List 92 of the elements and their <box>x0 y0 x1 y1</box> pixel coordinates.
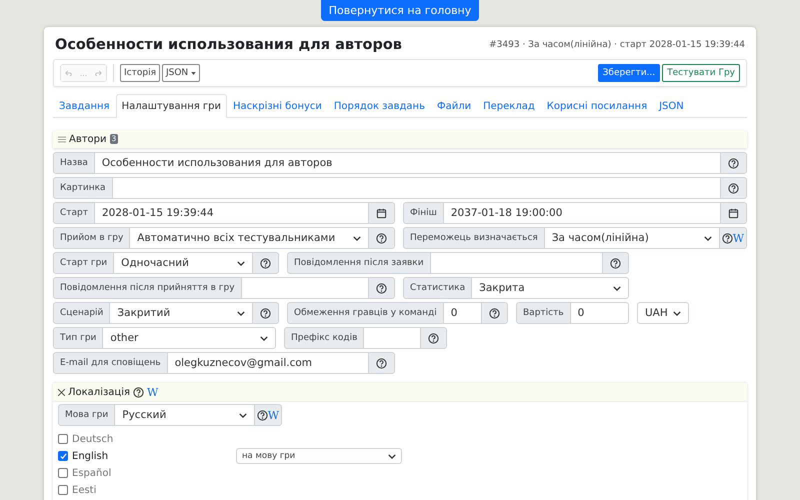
panel-title: Автори <box>69 134 107 144</box>
help-icon[interactable] <box>722 232 733 244</box>
chevron-icon <box>704 236 712 240</box>
language-label: English <box>72 450 110 462</box>
help-icon[interactable] <box>489 308 500 318</box>
chevron-icon <box>353 236 361 240</box>
tab[interactable]: Порядок завдань <box>328 94 431 118</box>
checkbox[interactable] <box>58 451 68 461</box>
field-label: Повідомлення після заявки <box>287 252 431 274</box>
checkbox[interactable] <box>58 468 68 478</box>
field-label: Картинка <box>53 177 113 199</box>
chevron-icon <box>237 260 245 266</box>
chevron-icon <box>238 412 247 418</box>
field-label: Переможець визначається <box>403 227 545 249</box>
save-button[interactable]: Зберегти... <box>598 64 660 82</box>
help-icon[interactable] <box>728 158 739 168</box>
input-field[interactable] <box>112 177 721 199</box>
tab[interactable]: Налаштування гри <box>116 94 228 118</box>
test-game-button[interactable]: Тестувати Гру <box>662 64 740 82</box>
chevron-icon <box>260 336 268 340</box>
help-icon[interactable] <box>376 232 387 244</box>
help-icon[interactable] <box>260 308 271 318</box>
select-field[interactable]: Закритий <box>110 302 253 324</box>
input-field[interactable] <box>430 252 603 274</box>
language-label: Deutsch <box>72 434 114 444</box>
input-field[interactable]: Особенности использования для авторов <box>94 152 721 174</box>
wiki-link[interactable]: W <box>147 386 158 398</box>
chevron-icon <box>673 310 681 316</box>
help-icon[interactable] <box>728 182 739 194</box>
chevron-icon <box>388 454 396 458</box>
select-field[interactable]: Одночасний <box>114 252 253 274</box>
help-icon[interactable] <box>376 282 387 294</box>
home-button[interactable]: Повернутися на головну <box>320 0 480 21</box>
redo-icon <box>95 70 102 76</box>
select-field[interactable]: Русский <box>115 404 255 426</box>
select-field[interactable]: UAH <box>637 302 689 324</box>
language-label: Eesti <box>72 484 98 496</box>
input-field[interactable]: 0 <box>444 302 482 324</box>
help-icon[interactable] <box>133 386 144 398</box>
input-field[interactable]: 0 <box>570 302 629 324</box>
undo-icon <box>65 70 72 76</box>
menu-icon <box>58 136 66 142</box>
language-label: Español <box>72 468 112 478</box>
select-field[interactable]: Закрита <box>472 277 629 299</box>
select-field[interactable]: Автоматично всіх тестувальниками <box>130 227 369 249</box>
field-label: Прийом в гру <box>53 227 130 249</box>
field-label: Сценарій <box>53 302 110 324</box>
history-button[interactable]: Історія <box>120 64 160 82</box>
page-title: Особенности использования для авторов <box>55 37 402 53</box>
field-label: Фініш <box>403 202 444 224</box>
input-field[interactable] <box>364 327 421 349</box>
date-field[interactable]: 2037-01-18 19:00:00 <box>444 202 721 224</box>
calendar-icon[interactable] <box>376 208 387 218</box>
field-label: Префікс кодів <box>284 327 364 349</box>
field-label: Мова гри <box>58 404 116 426</box>
panel-title: Локалізація <box>68 386 130 398</box>
tab[interactable]: Завдання <box>53 94 116 118</box>
help-icon[interactable] <box>260 258 271 268</box>
tab[interactable]: Переклад <box>477 94 541 118</box>
field-label: Повідомлення після прийняття в гру <box>53 277 242 299</box>
field-label: Вартість <box>516 302 571 324</box>
checkbox[interactable] <box>58 434 68 444</box>
help-icon[interactable] <box>256 410 268 420</box>
tab[interactable]: Файли <box>430 94 478 118</box>
help-icon[interactable] <box>428 332 439 344</box>
select-field[interactable]: на мову гри <box>236 448 402 464</box>
field-label: Статистика <box>403 277 472 299</box>
field-label: Тип гри <box>53 327 104 349</box>
input-field[interactable] <box>242 277 369 299</box>
help-icon[interactable] <box>376 358 387 368</box>
field-label: Назва <box>53 152 95 174</box>
game-meta: #3493 · За часом(лінійна) · старт 2028-01-15 19:39:44 <box>489 40 745 50</box>
json-dropdown[interactable]: JSON <box>162 64 200 82</box>
field-label: Обмеження гравців у команді <box>287 302 444 324</box>
select-field[interactable]: За часом(лінійна) <box>544 227 720 249</box>
select-field[interactable]: other <box>103 327 276 349</box>
localization-panel-header[interactable]: Локалізація W <box>53 383 747 402</box>
input-field[interactable]: olegkuznecov@gmail.com <box>168 352 369 374</box>
field-label: E-mail для сповіщень <box>53 352 168 374</box>
date-field[interactable]: 2028-01-15 19:39:44 <box>95 202 369 224</box>
checkbox[interactable] <box>58 485 68 495</box>
calendar-icon[interactable] <box>728 208 739 218</box>
field-label: Старт гри <box>53 252 114 274</box>
chevron-icon <box>237 310 245 316</box>
caret-icon <box>191 72 196 74</box>
tab[interactable]: JSON <box>653 94 690 118</box>
chevron-icon <box>613 286 621 290</box>
tab[interactable]: Наскрізні бонуси <box>227 94 328 118</box>
field-label: Старт <box>53 202 95 224</box>
help-icon[interactable] <box>610 258 621 268</box>
close-icon[interactable] <box>58 388 65 396</box>
tab[interactable]: Корисні посилання <box>540 94 654 118</box>
